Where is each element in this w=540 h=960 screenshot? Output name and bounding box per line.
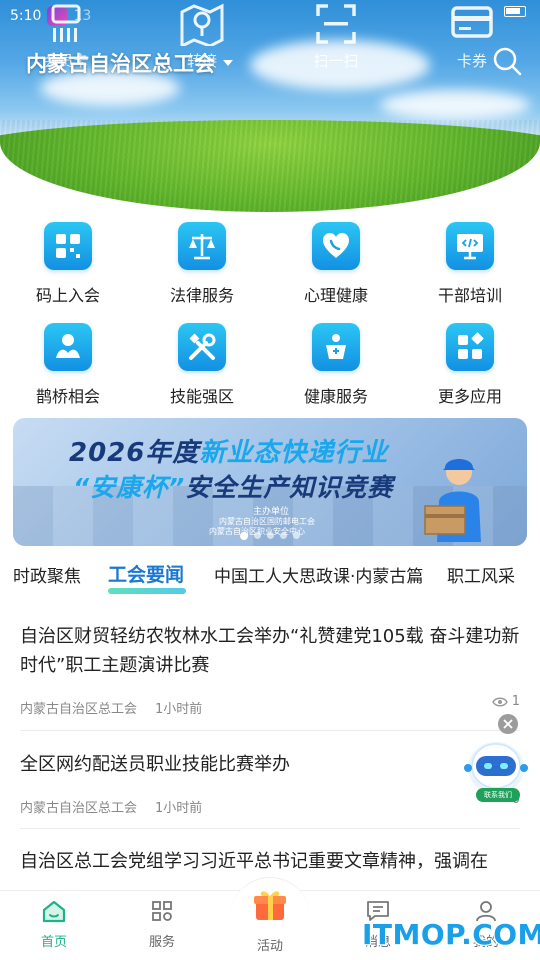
carousel-dot[interactable] (254, 532, 261, 539)
service-skills[interactable]: 技能强区 (147, 323, 257, 407)
news-source: 内蒙古自治区总工会 (20, 702, 138, 717)
news-views: 1 (491, 694, 520, 709)
service-label: 鹊桥相会 (35, 387, 100, 406)
banner-line1: 2026年度新业态快递行业 (69, 432, 388, 469)
news-item[interactable]: 全区网约配送员职业技能比赛举办 内蒙古自治区总工会 1小时前 (20, 750, 520, 816)
nav-label: 活动 (256, 939, 283, 954)
matchmaking-icon (44, 323, 92, 371)
banner-line2-rest: 安全生产知识竞赛 (185, 473, 394, 502)
health-podium-icon (312, 323, 360, 371)
news-item[interactable]: 自治区财贸轻纺农牧林水工会举办“礼赞建党105载 奋斗建功新时代”职工主题演讲比… (20, 622, 520, 717)
active-tab-indicator (108, 588, 186, 594)
service-more-apps[interactable]: 更多应用 (415, 323, 525, 407)
scan-icon (316, 4, 356, 44)
close-icon (503, 719, 513, 729)
service-label: 更多应用 (437, 387, 502, 406)
divider (20, 828, 520, 829)
home-icon (42, 900, 66, 923)
tab-worker-style[interactable]: 职工风采 (447, 562, 515, 587)
nav-label: 服务 (148, 935, 175, 950)
training-screen-icon (446, 222, 494, 270)
quick-label: 扫一扫 (313, 52, 359, 70)
ticket-card-icon (451, 6, 493, 38)
news-source: 内蒙古自治区总工会 (20, 801, 138, 816)
carousel-dot[interactable] (293, 532, 300, 539)
banner-line2-highlight: “安康杯” (73, 473, 186, 502)
news-meta: 内蒙古自治区总工会 1小时前 (20, 698, 520, 717)
service-label: 技能强区 (169, 387, 234, 406)
service-label: 干部培训 (437, 286, 502, 305)
carousel-dot[interactable] (240, 532, 248, 540)
tools-icon (178, 323, 226, 371)
qr-join-icon (44, 222, 92, 270)
tab-politics[interactable]: 时政聚焦 (13, 562, 81, 587)
cloud (380, 90, 530, 120)
map-pin-icon (180, 3, 224, 46)
news-title: 全区网约配送员职业技能比赛举办 (20, 754, 290, 775)
nav-services[interactable]: 服务 (122, 899, 202, 950)
quick-scan[interactable]: 扫一扫 (296, 2, 376, 71)
carousel-dot[interactable] (267, 532, 274, 539)
service-health[interactable]: 健康服务 (281, 323, 391, 407)
news-title: 自治区总工会党组学习习近平总书记重要文章精神，强调在 (20, 851, 488, 872)
banner-line1-prefix: 2026年度 (69, 438, 200, 468)
service-label: 健康服务 (303, 387, 368, 406)
nav-label: 首页 (40, 935, 67, 950)
service-mental-health[interactable]: 心理健康 (281, 222, 391, 306)
carousel-dot[interactable] (280, 532, 287, 539)
service-legal[interactable]: 法律服务 (147, 222, 257, 306)
news-time: 1小时前 (155, 702, 203, 717)
tab-workers-course[interactable]: 中国工人大思政课·内蒙古篇 (214, 562, 423, 587)
search-button[interactable] (492, 46, 522, 80)
banner-line1-highlight: 新业态快递行业 (199, 438, 389, 468)
barcode-card-icon (51, 4, 81, 42)
courier-illustration (424, 459, 481, 542)
promo-banner[interactable]: 2026年度新业态快递行业 “安康杯”安全生产知识竞赛 主办单位 内蒙古自治区国… (13, 418, 527, 546)
news-time: 1小时前 (155, 801, 203, 816)
more-apps-icon (446, 323, 494, 371)
chevron-down-icon (223, 60, 233, 66)
tab-union-news[interactable]: 工会要闻 (108, 562, 184, 587)
service-cadre-training[interactable]: 干部培训 (415, 222, 525, 306)
divider (20, 730, 520, 731)
eye-icon (491, 697, 508, 706)
banner-line2: “安康杯”安全生产知识竞赛 (73, 468, 393, 504)
news-title: 自治区财贸轻纺农牧林水工会举办“礼赞建党105载 奋斗建功新时代”职工主题演讲比… (20, 626, 520, 676)
watermark: ITMOP.COM (362, 918, 540, 951)
service-label: 码上入会 (35, 286, 100, 305)
news-item[interactable]: 自治区总工会党组学习习近平总书记重要文章精神，强调在 (20, 847, 520, 876)
scales-icon (178, 222, 226, 270)
service-label: 法律服务 (169, 286, 234, 305)
service-label: 心理健康 (303, 286, 368, 305)
close-float-button[interactable] (498, 714, 518, 734)
service-matchmaking[interactable]: 鹊桥相会 (13, 323, 123, 407)
services-grid-icon (152, 901, 172, 921)
news-tabs: 时政聚焦 工会要闻 中国工人大思政课·内蒙古篇 职工风采 (0, 562, 540, 596)
carousel-dots (240, 532, 300, 540)
nav-activities[interactable]: 活动 (230, 931, 310, 954)
news-meta: 内蒙古自治区总工会 1小时前 (20, 797, 520, 816)
views-count: 1 (511, 694, 520, 709)
grass-field (0, 120, 540, 212)
search-icon (493, 47, 522, 76)
org-title: 内蒙古自治区总工会 (26, 52, 215, 76)
nav-home[interactable]: 首页 (14, 899, 94, 950)
service-qr-join[interactable]: 码上入会 (13, 222, 123, 306)
gift-icon[interactable] (252, 886, 288, 922)
heart-phone-icon (312, 222, 360, 270)
contact-us-label[interactable]: 联系我们 (476, 788, 520, 802)
org-selector[interactable]: 内蒙古自治区总工会 (26, 48, 233, 78)
